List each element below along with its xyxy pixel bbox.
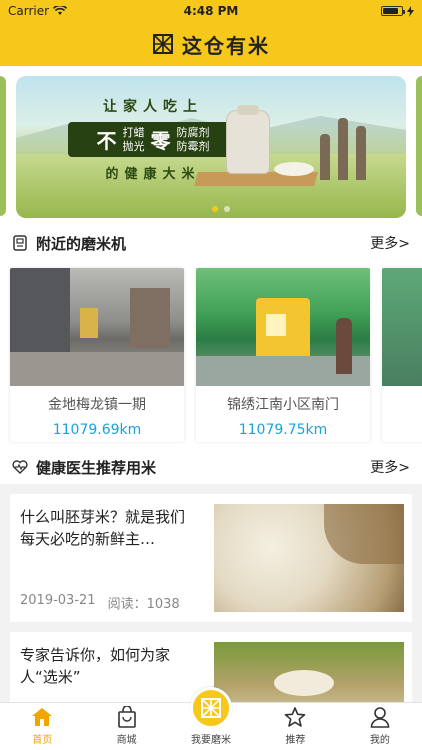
rice-mill-icon [190, 687, 233, 729]
machine-photo [10, 268, 184, 386]
tab-recommend-label: 推荐 [285, 735, 306, 746]
banner-prev-peek [0, 76, 6, 216]
shopping-bag-icon [115, 705, 139, 729]
tab-mall[interactable]: 商城 [84, 703, 168, 750]
slogan-zero: 零 [150, 129, 171, 153]
status-bar: Carrier 4:48 PM [0, 0, 422, 22]
tab-mill-rice-label: 我要磨米 [191, 735, 232, 746]
article-image [214, 642, 404, 702]
article-card[interactable]: 什么叫胚芽米？就是我们每天必吃的新鲜主… 2019-03-21 阅读：1038 [10, 494, 412, 622]
carousel-dot[interactable] [212, 206, 218, 212]
tab-home[interactable]: 首页 [0, 703, 84, 750]
wifi-icon [53, 6, 68, 15]
slogan-mid: 打蜡 抛光 [123, 126, 145, 154]
recommend-title: 健康医生推荐用米 [36, 458, 157, 477]
app-header: 这仓有米 [0, 22, 422, 66]
machine-name: 锦绣江南小区南门 [227, 397, 339, 413]
profile-icon [368, 705, 392, 729]
article-title: 什么叫胚芽米？就是我们每天必吃的新鲜主… [20, 508, 186, 548]
machine-card[interactable]: 锦绣江南小区南门 11079.75km [196, 268, 370, 442]
slogan-right: 防腐剂 防霉剂 [177, 126, 210, 154]
slogan-mid-top: 打蜡 [122, 125, 145, 139]
home-icon [30, 705, 54, 729]
nearby-more-link[interactable]: 更多> [370, 233, 410, 253]
machine-card-peek[interactable] [382, 268, 422, 442]
article-image [214, 504, 404, 612]
machine-distance: 11079.69km [52, 422, 142, 438]
slogan-box: 不 打蜡 抛光 零 防腐剂 防霉剂 [68, 122, 238, 157]
star-icon [283, 705, 307, 729]
tab-profile[interactable]: 我的 [338, 703, 422, 750]
banner-family [316, 100, 376, 180]
tab-recommend[interactable]: 推荐 [253, 703, 337, 750]
slogan-right-bottom: 防霉剂 [176, 139, 210, 153]
tab-home-label: 首页 [32, 735, 53, 746]
machine-distance: 11079.75km [238, 422, 328, 438]
carrier-info: Carrier [8, 4, 148, 18]
machine-photo [382, 268, 422, 386]
banner-slogan: 让家人吃上 不 打蜡 抛光 零 防腐剂 防霉剂 的健康大米 [68, 96, 238, 182]
carousel-dots [212, 206, 230, 212]
rice-logo-icon [153, 34, 173, 54]
tab-mill-rice[interactable]: 我要磨米 [169, 687, 253, 750]
nearby-title: 附近的磨米机 [36, 234, 127, 253]
banner-rice-bowl [274, 162, 314, 176]
slogan-big: 不 [96, 129, 117, 153]
carousel-dot[interactable] [224, 206, 230, 212]
slogan-line1: 让家人吃上 [103, 99, 203, 115]
banner-next-peek [416, 76, 422, 216]
article-list[interactable]: 什么叫胚芽米？就是我们每天必吃的新鲜主… 2019-03-21 阅读：1038 … [0, 484, 422, 702]
recommend-more-link[interactable]: 更多> [370, 457, 410, 477]
clock: 4:48 PM [183, 4, 239, 18]
machine-icon [12, 235, 28, 251]
charging-icon [407, 5, 414, 17]
status-right [274, 5, 414, 17]
banner-slide[interactable]: 让家人吃上 不 打蜡 抛光 零 防腐剂 防霉剂 的健康大米 [16, 76, 406, 218]
machine-photo [196, 268, 370, 386]
nearby-section-header: 附近的磨米机 更多> [0, 226, 422, 260]
machine-card[interactable]: 金地梅龙镇一期 11079.69km [10, 268, 184, 442]
recommend-section-header: 健康医生推荐用米 更多> [0, 450, 422, 484]
machine-name: 金地梅龙镇一期 [48, 397, 146, 413]
banner-rice-bag [226, 105, 270, 174]
battery-fill [383, 8, 399, 14]
nearby-machines-list[interactable]: 金地梅龙镇一期 11079.69km 锦绣江南小区南门 11079.75km [0, 260, 422, 450]
tab-profile-label: 我的 [369, 735, 390, 746]
article-date: 2019-03-21 [20, 593, 96, 608]
bottom-tab-bar: 首页 商城 我要磨米 推荐 我的 [0, 687, 422, 750]
carrier-label: Carrier [8, 4, 50, 18]
slogan-mid-bottom: 抛光 [122, 139, 145, 153]
app-title: 这仓有米 [182, 33, 270, 58]
article-meta: 2019-03-21 阅读：1038 [20, 593, 180, 612]
battery-icon [381, 6, 405, 16]
heart-pulse-icon [12, 459, 28, 475]
article-title: 专家告诉你，如何为家人“选米” [20, 646, 171, 686]
article-reads: 阅读：1038 [107, 597, 180, 612]
banner-carousel[interactable]: 让家人吃上 不 打蜡 抛光 零 防腐剂 防霉剂 的健康大米 [0, 66, 422, 226]
slogan-right-top: 防腐剂 [176, 125, 210, 139]
tab-mall-label: 商城 [116, 735, 137, 746]
